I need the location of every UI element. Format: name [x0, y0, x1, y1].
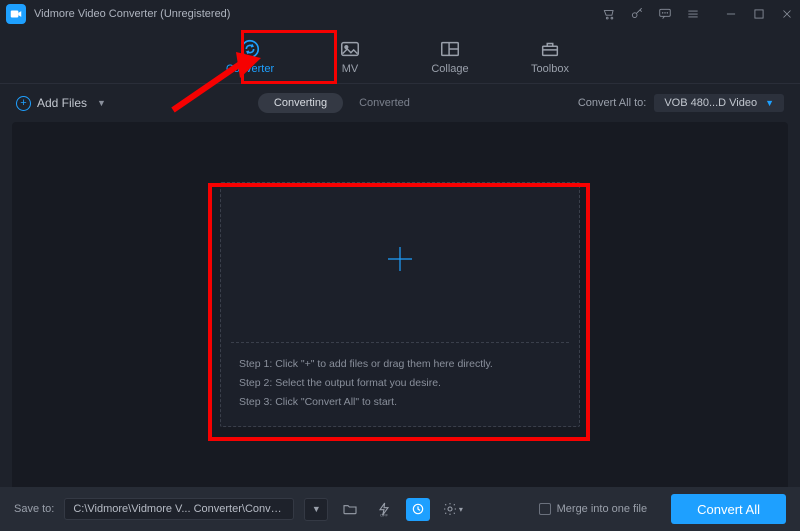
format-selected-value: VOB 480...D Video — [664, 97, 757, 109]
nav-tab-mv[interactable]: MV — [320, 38, 380, 83]
convert-all-to: Convert All to: VOB 480...D Video ▼ — [578, 94, 784, 112]
drop-zone[interactable]: Step 1: Click "+" to add files or drag t… — [220, 182, 580, 427]
chevron-down-icon: ▼ — [97, 98, 106, 108]
nav-tab-converter[interactable]: Converter — [220, 38, 280, 83]
top-nav: Converter MV Collage Toolbox — [0, 28, 800, 84]
nav-tab-toolbox[interactable]: Toolbox — [520, 38, 580, 83]
settings-icon[interactable]: ▾ — [440, 498, 464, 521]
hardware-accel-icon[interactable]: OFF — [372, 498, 396, 521]
svg-text:OFF: OFF — [380, 512, 389, 517]
merge-label: Merge into one file — [557, 503, 648, 515]
save-to-label: Save to: — [14, 503, 54, 515]
add-file-plus-icon[interactable] — [385, 244, 415, 281]
menu-icon[interactable] — [686, 7, 700, 21]
nav-tab-label: Toolbox — [531, 63, 569, 75]
convert-all-to-label: Convert All to: — [578, 97, 646, 109]
feedback-icon[interactable] — [658, 7, 672, 21]
app-window: Vidmore Video Converter (Unregistered) C… — [0, 0, 800, 531]
converter-icon — [239, 38, 261, 60]
drop-zone-steps: Step 1: Click "+" to add files or drag t… — [221, 343, 579, 426]
nav-tab-collage[interactable]: Collage — [420, 38, 480, 83]
tab-converted[interactable]: Converted — [343, 93, 426, 113]
step-2-text: Step 2: Select the output format you des… — [239, 374, 561, 393]
minimize-icon[interactable] — [724, 7, 738, 21]
step-1-text: Step 1: Click "+" to add files or drag t… — [239, 355, 561, 374]
nav-active-indicator — [250, 81, 328, 83]
maximize-icon[interactable] — [752, 7, 766, 21]
status-tabs: Converting Converted — [106, 93, 578, 113]
nav-tab-label: Collage — [431, 63, 468, 75]
output-format-select[interactable]: VOB 480...D Video ▼ — [654, 94, 784, 112]
convert-all-button[interactable]: Convert All — [671, 494, 786, 524]
add-files-label: Add Files — [37, 96, 87, 110]
close-icon[interactable] — [780, 7, 794, 21]
bottom-bar: Save to: C:\Vidmore\Vidmore V... Convert… — [0, 487, 800, 531]
step-3-text: Step 3: Click "Convert All" to start. — [239, 393, 561, 412]
app-title: Vidmore Video Converter (Unregistered) — [34, 8, 230, 20]
save-path-dropdown[interactable]: ▼ — [304, 498, 328, 521]
collage-icon — [439, 38, 461, 60]
chevron-down-icon: ▼ — [765, 98, 774, 108]
tab-converting[interactable]: Converting — [258, 93, 343, 113]
key-icon[interactable] — [630, 7, 644, 21]
open-folder-icon[interactable] — [338, 498, 362, 521]
app-logo — [6, 4, 26, 24]
checkbox-box — [539, 503, 551, 515]
main-area: Step 1: Click "+" to add files or drag t… — [12, 122, 788, 487]
nav-tab-label: MV — [342, 63, 359, 75]
save-path-field[interactable]: C:\Vidmore\Vidmore V... Converter\Conver… — [64, 498, 294, 520]
nav-tab-label: Converter — [226, 63, 274, 75]
toolbox-icon — [539, 38, 561, 60]
titlebar-actions — [602, 7, 794, 21]
high-speed-icon[interactable] — [406, 498, 430, 521]
mv-icon — [339, 38, 361, 60]
title-bar: Vidmore Video Converter (Unregistered) — [0, 0, 800, 28]
cart-icon[interactable] — [602, 7, 616, 21]
toolbar: + Add Files ▼ Converting Converted Conve… — [0, 84, 800, 122]
merge-checkbox[interactable]: Merge into one file — [539, 503, 648, 515]
plus-circle-icon: + — [16, 96, 31, 111]
add-files-button[interactable]: + Add Files ▼ — [16, 96, 106, 111]
drop-zone-top — [221, 183, 579, 342]
